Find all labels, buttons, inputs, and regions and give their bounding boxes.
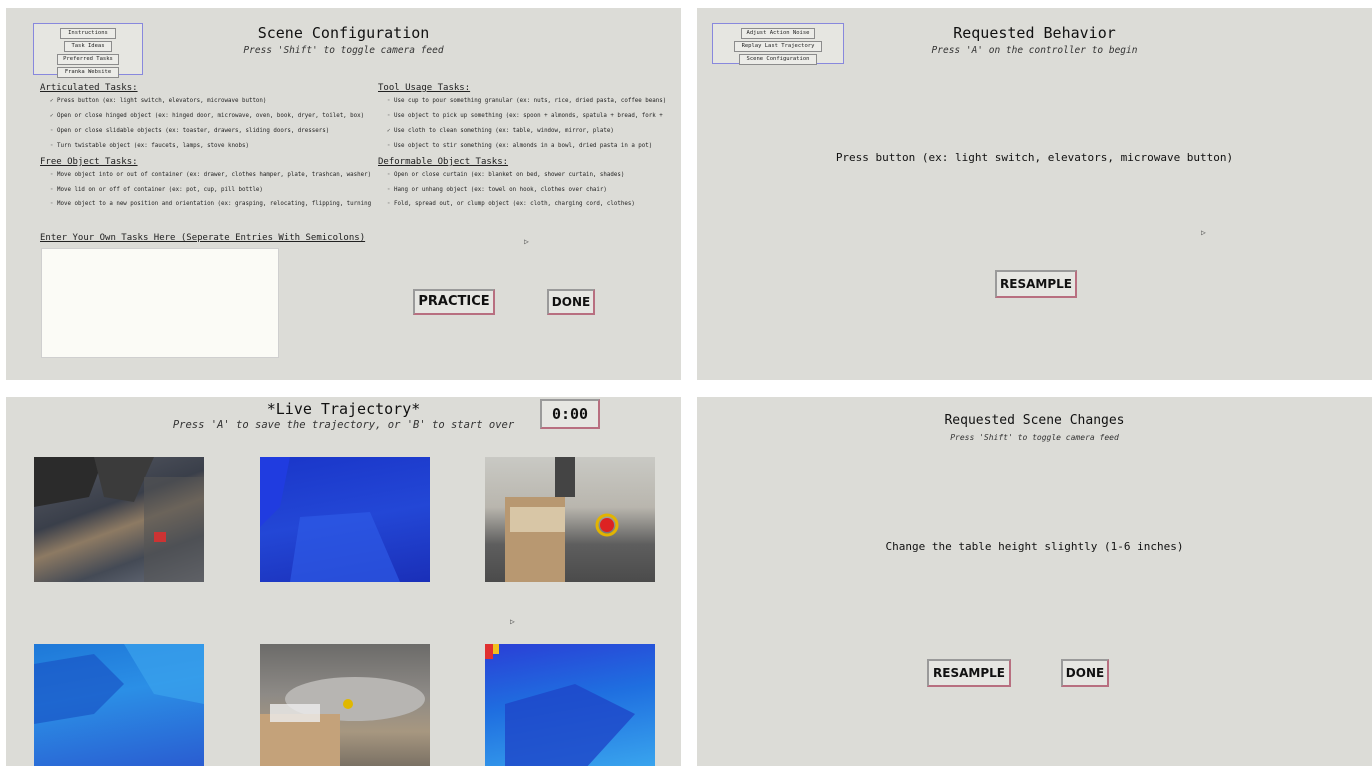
requested-scene-changes-panel: Requested Scene Changes Press 'Shift' to… [697,397,1372,766]
practice-button[interactable]: PRACTICE [413,289,495,315]
free-object-task-option[interactable]: ◦ Move lid on or off of container (ex: po… [50,187,263,193]
unchecked-box-icon[interactable]: ◦ [387,113,394,119]
tool-usage-task-option[interactable]: ◦ Use object to stir something (ex: almon… [387,143,652,149]
scene-config-title: Scene Configuration [257,24,430,42]
scene-changes-subtitle: Press 'Shift' to toggle camera feed [950,433,1119,442]
task-option-label: Move object to a new position and orient… [57,201,372,207]
task-option-label: Move lid on or off of container (ex: pot… [57,186,263,193]
free-object-tasks-header: Free Object Tasks: [40,157,138,167]
checkmark-icon[interactable]: ✓ [50,113,57,119]
camera-feed-rgb-3 [260,644,430,766]
task-option-label: Open or close slidable objects (ex: toas… [57,128,330,134]
camera-feed-depth-1 [260,457,430,582]
scene-configuration-panel: Instructions Task Ideas Preferred Tasks … [6,8,681,380]
tool-usage-tasks-header: Tool Usage Tasks: [378,83,471,93]
franka-website-button[interactable]: Franka Website [57,67,119,78]
free-object-task-option[interactable]: ◦ Move object into or out of container (e… [50,172,371,178]
articulated-task-option[interactable]: ✓ Press button (ex: light switch, elevato… [50,98,266,104]
resample-button[interactable]: RESAMPLE [927,659,1011,687]
unchecked-box-icon[interactable]: ◦ [50,143,57,149]
checkmark-icon[interactable]: ✓ [50,98,57,104]
articulated-task-option[interactable]: ◦ Open or close slidable objects (ex: toa… [50,128,329,134]
camera-feed-rgb-1 [34,457,204,582]
task-option-label: Open or close hinged object (ex: hinged … [57,113,365,119]
done-button[interactable]: DONE [547,289,595,315]
checkmark-icon[interactable]: ✓ [387,128,394,134]
requested-behavior-subtitle: Press 'A' on the controller to begin [931,45,1138,56]
custom-tasks-input[interactable] [41,248,279,358]
unchecked-box-icon[interactable]: ◦ [50,128,57,134]
deformable-object-task-option[interactable]: ◦ Fold, spread out, or clump object (ex: … [387,201,635,207]
done-button[interactable]: DONE [1061,659,1109,687]
live-trajectory-panel: *Live Trajectory* Press 'A' to save the … [6,397,681,766]
requested-behavior-title: Requested Behavior [953,24,1116,42]
deformable-object-task-option[interactable]: ◦ Hang or unhang object (ex: towel on hoo… [387,187,607,193]
unchecked-box-icon[interactable]: ◦ [50,172,57,178]
task-option-label: Hang or unhang object (ex: towel on hook… [394,186,607,193]
scene-change-text: Change the table height slightly (1-6 in… [885,540,1184,553]
tool-usage-task-option[interactable]: ✓ Use cloth to clean something (ex: table… [387,128,614,134]
unchecked-box-icon[interactable]: ◦ [50,187,57,193]
mouse-cursor-icon: ▷ [1201,228,1206,237]
deformable-object-tasks-header: Deformable Object Tasks: [378,157,509,167]
scene-config-subtitle: Press 'Shift' to toggle camera feed [243,45,444,56]
mouse-cursor-icon: ▷ [524,237,529,246]
articulated-task-option[interactable]: ✓ Open or close hinged object (ex: hinged… [50,113,364,119]
camera-feed-depth-3 [485,644,655,766]
requested-task-text: Press button (ex: light switch, elevator… [835,151,1234,164]
unchecked-box-icon[interactable]: ◦ [387,172,394,178]
task-option-label: Use cloth to clean something (ex: table,… [394,128,614,134]
camera-feed-depth-2 [34,644,204,766]
unchecked-box-icon[interactable]: ◦ [387,201,394,207]
deformable-object-task-option[interactable]: ◦ Open or close curtain (ex: blanket on b… [387,172,624,178]
tool-usage-task-option[interactable]: ◦ Use object to pick up something (ex: sp… [387,113,663,119]
articulated-task-option[interactable]: ◦ Turn twistable object (ex: faucets, lam… [50,143,249,149]
trajectory-timer: 0:00 [540,399,600,429]
resample-button[interactable]: RESAMPLE [995,270,1077,298]
tool-usage-task-option[interactable]: ◦ Use cup to pour something granular (ex:… [387,98,666,104]
task-option-label: Open or close curtain (ex: blanket on be… [394,172,625,178]
camera-feed-rgb-2 [485,457,655,582]
task-option-label: Use object to stir something (ex: almond… [394,143,653,149]
task-option-label: Use object to pick up something (ex: spo… [394,113,663,119]
task-option-label: Press button (ex: light switch, elevator… [57,98,267,104]
task-option-label: Use cup to pour something granular (ex: … [394,98,667,104]
custom-tasks-label: Enter Your Own Tasks Here (Seperate Entr… [40,233,366,243]
mouse-cursor-icon: ▷ [510,617,515,626]
unchecked-box-icon[interactable]: ◦ [50,201,57,207]
task-option-label: Turn twistable object (ex: faucets, lamp… [57,143,249,149]
task-option-label: Move object into or out of container (ex… [57,172,372,178]
task-option-label: Fold, spread out, or clump object (ex: c… [394,201,635,207]
scene-changes-title: Requested Scene Changes [944,413,1125,428]
unchecked-box-icon[interactable]: ◦ [387,187,394,193]
articulated-tasks-header: Articulated Tasks: [40,83,138,93]
unchecked-box-icon[interactable]: ◦ [387,143,394,149]
unchecked-box-icon[interactable]: ◦ [387,98,394,104]
free-object-task-option[interactable]: ◦ Move object to a new position and orien… [50,201,371,207]
requested-behavior-panel: Adjust Action Noise Replay Last Trajecto… [697,8,1372,380]
